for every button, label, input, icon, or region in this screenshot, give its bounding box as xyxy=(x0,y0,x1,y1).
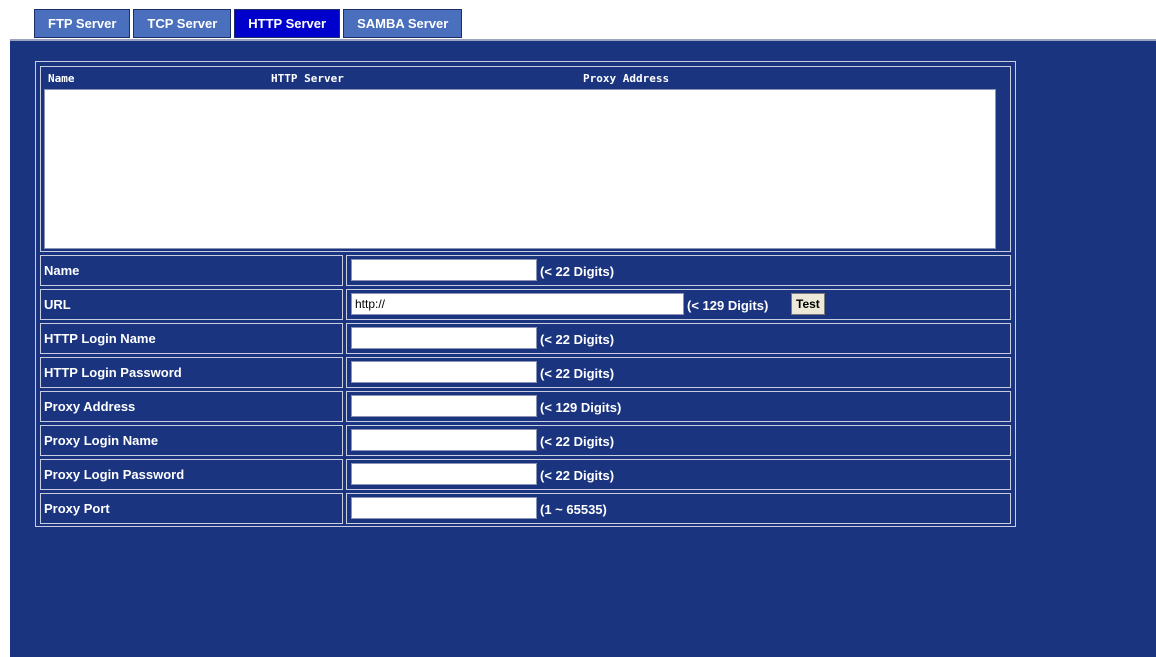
http-login-name-cell: (< 22 Digits) xyxy=(346,323,1011,354)
proxy-address-hint: (< 129 Digits) xyxy=(540,400,622,415)
name-input[interactable] xyxy=(351,259,537,281)
proxy-login-name-label: Proxy Login Name xyxy=(40,425,343,456)
proxy-login-name-cell: (< 22 Digits) xyxy=(346,425,1011,456)
form-row-url: URL (< 129 Digits) Test xyxy=(40,289,1011,320)
proxy-port-label: Proxy Port xyxy=(40,493,343,524)
proxy-port-hint: (1 ~ 65535) xyxy=(540,502,607,517)
http-login-name-input[interactable] xyxy=(351,327,537,349)
proxy-login-password-input[interactable] xyxy=(351,463,537,485)
http-server-settings-frame: Name HTTP Server Proxy Address Name (< 2… xyxy=(35,61,1016,527)
http-login-password-hint: (< 22 Digits) xyxy=(540,366,615,381)
proxy-address-input[interactable] xyxy=(351,395,537,417)
name-label: Name xyxy=(40,255,343,286)
proxy-port-input[interactable] xyxy=(351,497,537,519)
test-button[interactable]: Test xyxy=(791,293,825,315)
form-row-http-login-name: HTTP Login Name (< 22 Digits) xyxy=(40,323,1011,354)
url-input[interactable] xyxy=(351,293,684,315)
column-header-proxy-address: Proxy Address xyxy=(583,72,670,85)
form-row-proxy-login-name: Proxy Login Name (< 22 Digits) xyxy=(40,425,1011,456)
proxy-port-cell: (1 ~ 65535) xyxy=(346,493,1011,524)
proxy-address-cell: (< 129 Digits) xyxy=(346,391,1011,422)
list-header: Name HTTP Server Proxy Address xyxy=(41,67,1010,87)
proxy-login-name-hint: (< 22 Digits) xyxy=(540,434,615,449)
tab-http-server[interactable]: HTTP Server xyxy=(234,9,341,38)
form-row-proxy-login-password: Proxy Login Password (< 22 Digits) xyxy=(40,459,1011,490)
http-login-password-cell: (< 22 Digits) xyxy=(346,357,1011,388)
http-login-name-label: HTTP Login Name xyxy=(40,323,343,354)
proxy-login-password-cell: (< 22 Digits) xyxy=(346,459,1011,490)
form-row-proxy-port: Proxy Port (1 ~ 65535) xyxy=(40,493,1011,524)
http-login-name-hint: (< 22 Digits) xyxy=(540,332,615,347)
list-scrollbar[interactable] xyxy=(997,89,1007,249)
url-cell: (< 129 Digits) Test xyxy=(346,289,1011,320)
form-row-name: Name (< 22 Digits) xyxy=(40,255,1011,286)
http-server-list[interactable] xyxy=(44,89,996,249)
url-hint: (< 129 Digits) xyxy=(687,298,769,313)
http-server-panel: Name HTTP Server Proxy Address Name (< 2… xyxy=(10,39,1156,657)
column-header-http-server: HTTP Server xyxy=(271,72,344,85)
tab-samba-server[interactable]: SAMBA Server xyxy=(343,9,463,38)
tab-ftp-server[interactable]: FTP Server xyxy=(34,9,131,38)
url-label: URL xyxy=(40,289,343,320)
proxy-login-name-input[interactable] xyxy=(351,429,537,451)
http-login-password-input[interactable] xyxy=(351,361,537,383)
tab-tcp-server[interactable]: TCP Server xyxy=(133,9,232,38)
http-login-password-label: HTTP Login Password xyxy=(40,357,343,388)
server-tabs: FTP Server TCP Server HTTP Server SAMBA … xyxy=(34,9,465,38)
proxy-login-password-hint: (< 22 Digits) xyxy=(540,468,615,483)
name-cell: (< 22 Digits) xyxy=(346,255,1011,286)
name-hint: (< 22 Digits) xyxy=(540,264,615,279)
proxy-address-label: Proxy Address xyxy=(40,391,343,422)
form-row-proxy-address: Proxy Address (< 129 Digits) xyxy=(40,391,1011,422)
form-row-http-login-password: HTTP Login Password (< 22 Digits) xyxy=(40,357,1011,388)
http-server-list-box: Name HTTP Server Proxy Address xyxy=(40,66,1011,252)
proxy-login-password-label: Proxy Login Password xyxy=(40,459,343,490)
column-header-name: Name xyxy=(48,72,75,85)
